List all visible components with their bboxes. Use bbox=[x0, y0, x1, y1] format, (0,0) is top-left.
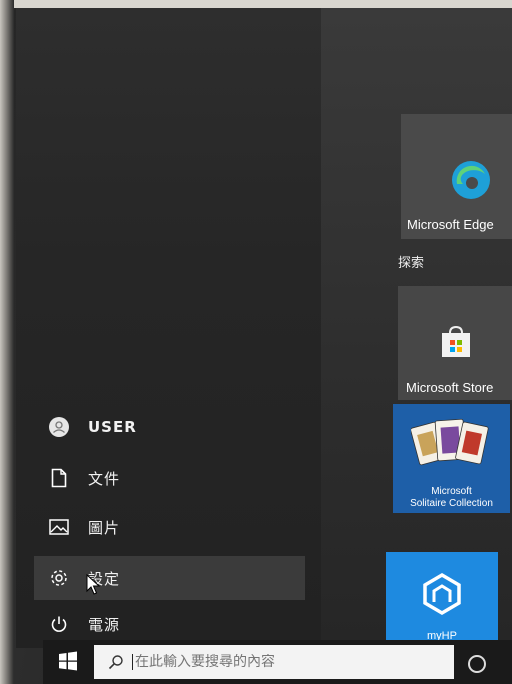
menu-item-user[interactable]: USER bbox=[34, 405, 305, 449]
cortana-circle-icon[interactable] bbox=[468, 655, 486, 673]
search-icon bbox=[108, 655, 123, 670]
tile-label: Microsoft Solitaire Collection bbox=[393, 486, 510, 510]
tile-label-line2: Solitaire Collection bbox=[410, 498, 493, 509]
menu-item-pictures[interactable]: 圖片 bbox=[34, 505, 305, 549]
power-icon bbox=[46, 611, 72, 637]
tile-label-line1: Microsoft bbox=[431, 486, 472, 497]
taskbar bbox=[43, 640, 512, 684]
tile-group-label: 探索 bbox=[398, 256, 425, 271]
tile-myhp[interactable]: myHP bbox=[386, 552, 498, 654]
tile-microsoft-store[interactable]: Microsoft Store bbox=[398, 286, 512, 400]
search-box[interactable] bbox=[94, 645, 454, 679]
tile-label: Microsoft Edge bbox=[407, 217, 494, 232]
menu-item-label: USER bbox=[88, 418, 137, 436]
search-input[interactable] bbox=[132, 654, 435, 670]
edge-icon bbox=[452, 161, 490, 199]
document-icon bbox=[46, 465, 72, 491]
tile-label: Microsoft Store bbox=[406, 380, 494, 395]
mouse-cursor-icon bbox=[86, 574, 101, 595]
menu-item-label: 電源 bbox=[88, 615, 121, 634]
playing-cards-icon bbox=[411, 418, 489, 466]
menu-item-label: 文件 bbox=[88, 469, 121, 488]
menu-item-documents[interactable]: 文件 bbox=[34, 456, 305, 500]
hp-house-icon bbox=[423, 572, 461, 616]
user-avatar-icon bbox=[46, 414, 72, 440]
windows-logo-icon[interactable] bbox=[57, 650, 79, 672]
tile-microsoft-edge[interactable]: Microsoft Edge bbox=[401, 114, 512, 239]
store-bag-icon bbox=[442, 325, 470, 357]
start-menu-pane bbox=[16, 8, 321, 648]
menu-item-settings[interactable]: 設定 bbox=[34, 556, 305, 600]
menu-item-label: 圖片 bbox=[88, 518, 121, 537]
pictures-icon bbox=[46, 514, 72, 540]
gear-icon bbox=[46, 565, 72, 591]
monitor-bezel bbox=[0, 0, 14, 684]
tile-solitaire-collection[interactable]: Microsoft Solitaire Collection bbox=[393, 404, 510, 513]
